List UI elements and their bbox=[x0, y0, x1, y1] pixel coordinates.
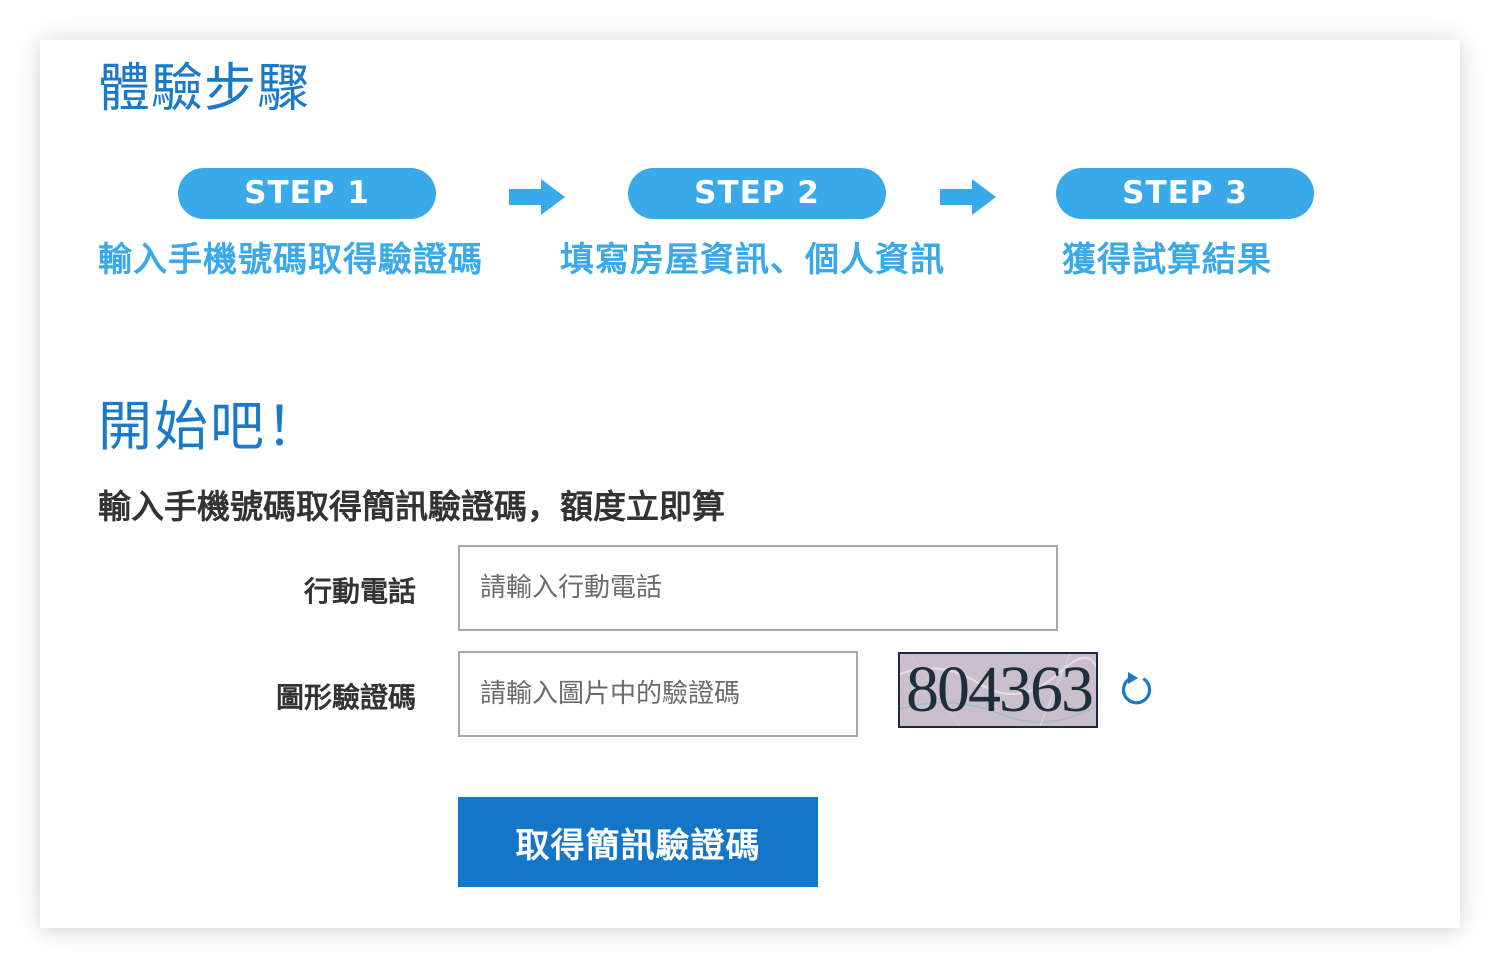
arrow-right-icon bbox=[940, 179, 996, 215]
get-sms-code-button[interactable]: 取得簡訊驗證碼 bbox=[458, 797, 818, 887]
start-title: 開始吧！ bbox=[98, 395, 322, 458]
steps-title: 體驗步驟 bbox=[98, 59, 311, 119]
refresh-icon[interactable] bbox=[1116, 670, 1156, 710]
phone-label: 行動電話 bbox=[303, 575, 416, 608]
step-1-description: 輸入手機號碼取得驗證碼 bbox=[98, 240, 483, 280]
captcha-input[interactable] bbox=[458, 651, 858, 737]
step-2-pill: STEP 2 bbox=[628, 168, 886, 219]
step-3-description: 獲得試算結果 bbox=[1062, 240, 1272, 280]
step-2-description: 填寫房屋資訊、個人資訊 bbox=[560, 240, 945, 280]
step-1-pill: STEP 1 bbox=[178, 168, 436, 219]
captcha-image-text: 804363 bbox=[906, 653, 1094, 726]
phone-input[interactable] bbox=[458, 545, 1058, 631]
step-3-pill: STEP 3 bbox=[1056, 168, 1314, 219]
arrow-right-icon bbox=[509, 179, 565, 215]
captcha-label: 圖形驗證碼 bbox=[275, 681, 416, 714]
start-subtitle: 輸入手機號碼取得簡訊驗證碼，額度立即算 bbox=[98, 487, 725, 526]
experience-card: 體驗步驟 STEP 1 輸入手機號碼取得驗證碼 STEP 2 填寫房屋資訊、個人… bbox=[40, 40, 1460, 928]
captcha-image: 804363 bbox=[898, 652, 1098, 728]
